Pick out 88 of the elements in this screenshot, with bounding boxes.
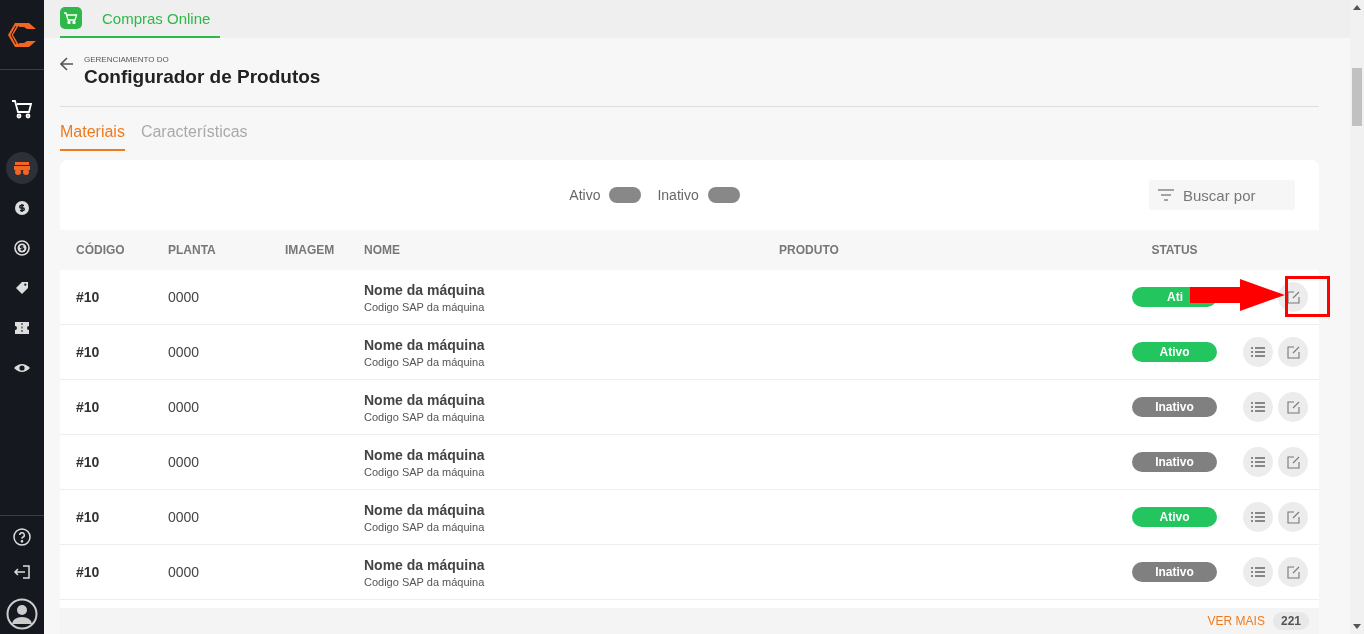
column-header: PLANTA (168, 243, 217, 257)
scrollbar-thumb[interactable] (1352, 68, 1362, 126)
machine-name: Nome da máquina (364, 281, 486, 298)
sap-code: Codigo SAP da máquina (364, 355, 486, 368)
edit-icon (1286, 565, 1300, 579)
sap-code: Codigo SAP da máquina (364, 575, 486, 588)
plant-cell-text: 0000 (168, 289, 201, 305)
edit-icon (1286, 345, 1300, 359)
list-button[interactable] (1243, 447, 1273, 477)
machine-name: Nome da máquina (364, 446, 486, 463)
sap-code: Codigo SAP da máquina (364, 300, 486, 313)
logo-icon (7, 20, 37, 49)
code-cell-text: #10 (76, 564, 101, 580)
list-icon (1251, 457, 1265, 467)
edit-button[interactable] (1278, 502, 1308, 532)
status-badge: Ativo (1132, 507, 1217, 527)
tab[interactable]: Materiais (60, 123, 125, 151)
status-badge: Inativo (1132, 452, 1217, 472)
ticket-icon[interactable] (15, 322, 29, 334)
count-badge: 221 (1272, 612, 1309, 630)
status-badge: Inativo (1132, 562, 1217, 582)
edit-button[interactable] (1278, 392, 1308, 422)
plant-cell-text: 0000 (168, 509, 201, 525)
back-arrow-icon[interactable] (60, 57, 74, 71)
logout-icon[interactable] (13, 564, 31, 580)
toggle-label: Ativo (569, 187, 601, 203)
edit-button[interactable] (1278, 282, 1308, 312)
code-cell-text: #10 (76, 289, 101, 305)
edit-icon (1286, 290, 1300, 304)
help-icon[interactable] (13, 528, 31, 546)
tab[interactable]: Características (140, 123, 248, 151)
column-header: IMAGEM (285, 243, 336, 257)
toggle-switch[interactable] (609, 187, 642, 203)
column-header: STATUS (1150, 243, 1199, 257)
highlight-frame (1285, 276, 1330, 317)
edit-button[interactable] (1278, 337, 1308, 367)
code-cell-text: #10 (76, 399, 101, 415)
tractor-icon[interactable] (13, 161, 31, 175)
plant-cell-text: 0000 (168, 344, 201, 360)
list-button[interactable] (1243, 502, 1273, 532)
list-icon (1251, 402, 1265, 412)
edit-icon (1286, 510, 1300, 524)
column-header: NOME (364, 243, 401, 257)
edit-button[interactable] (1278, 557, 1308, 587)
list-icon (1251, 512, 1265, 522)
status-badge: Inativo (1132, 397, 1217, 417)
machine-name: Nome da máquina (364, 336, 486, 353)
toggle-label: Inativo (657, 187, 699, 203)
machine-name: Nome da máquina (364, 501, 486, 518)
plant-cell-text: 0000 (168, 564, 201, 580)
scroll-down-icon[interactable] (1353, 624, 1361, 630)
app-tab[interactable]: Compras Online (60, 0, 221, 38)
code-cell-text: #10 (76, 509, 101, 525)
cart-icon (60, 7, 82, 29)
code-cell-text: #10 (76, 454, 101, 470)
edit-icon (1286, 400, 1300, 414)
list-button[interactable] (1243, 392, 1273, 422)
sap-code: Codigo SAP da máquina (364, 520, 486, 533)
list-icon (1251, 567, 1265, 577)
list-icon (1251, 347, 1265, 357)
search-field[interactable]: Buscar por (1149, 180, 1295, 210)
toggle-switch[interactable] (707, 187, 740, 203)
sap-code: Codigo SAP da máquina (364, 410, 486, 423)
plant-cell-text: 0000 (168, 454, 201, 470)
column-header: CÓDIGO (76, 243, 126, 257)
page-overline: GERENCIAMENTO DO (84, 55, 170, 64)
edit-button[interactable] (1278, 447, 1308, 477)
eye-icon[interactable] (14, 363, 30, 373)
machine-name: Nome da máquina (364, 391, 486, 408)
avatar-icon[interactable] (6, 598, 38, 630)
sap-code: Codigo SAP da máquina (364, 465, 486, 478)
tag-icon[interactable] (15, 281, 29, 295)
dollar-icon[interactable] (15, 201, 29, 215)
list-button[interactable] (1243, 337, 1273, 367)
cart-icon[interactable] (11, 99, 33, 119)
filter-icon (1158, 189, 1174, 201)
nav-item[interactable] (6, 152, 38, 184)
plant-cell-text: 0000 (168, 399, 201, 415)
edit-icon (1286, 455, 1300, 469)
scroll-up-icon[interactable] (1353, 4, 1361, 10)
list-button[interactable] (1243, 557, 1273, 587)
machine-name: Nome da máquina (364, 556, 486, 573)
column-header: PRODUTO (778, 243, 840, 257)
code-cell-text: #10 (76, 344, 101, 360)
page-title: Configurador de Produtos (84, 66, 321, 88)
dollar-cycle-icon[interactable] (14, 240, 30, 256)
status-badge: Ativo (1132, 342, 1217, 362)
see-more-link[interactable]: VER MAIS (1207, 614, 1265, 628)
